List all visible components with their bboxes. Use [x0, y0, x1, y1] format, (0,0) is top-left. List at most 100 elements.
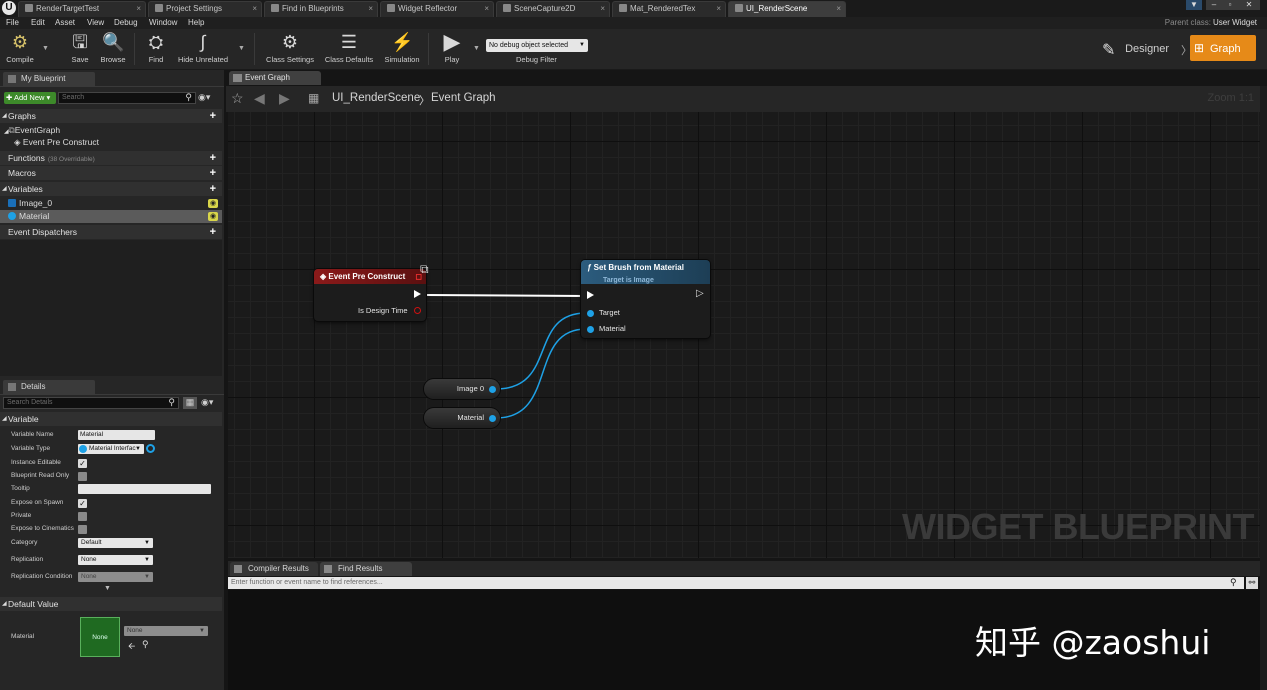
eye-icon[interactable]: ◉: [208, 199, 218, 208]
node-comment-icon[interactable]: ⧉: [420, 262, 429, 277]
material-output-pin[interactable]: [489, 415, 496, 422]
doc-tab-project-settings[interactable]: Project Settings ×: [148, 1, 262, 17]
close-icon[interactable]: ×: [136, 2, 141, 16]
details-search-input[interactable]: Search Details ⚲: [3, 397, 179, 409]
doc-tab-widget-reflector[interactable]: Widget Reflector ×: [380, 1, 494, 17]
default-material-select[interactable]: None ▼: [124, 626, 208, 636]
compiler-results-tab[interactable]: Compiler Results: [230, 562, 318, 576]
variables-section-header[interactable]: ◢ Variables +: [0, 182, 222, 196]
doc-tab-rendertargettest[interactable]: RenderTargetTest ×: [18, 1, 146, 17]
is-design-time-pin[interactable]: [414, 307, 421, 314]
menu-file[interactable]: File: [6, 17, 19, 29]
notification-icon[interactable]: ▼: [1186, 0, 1202, 10]
event-exec-out-pin[interactable]: [414, 290, 421, 298]
view-options-eye-icon[interactable]: ◉▾: [201, 397, 213, 408]
browse-button[interactable]: 🔍 Browse: [98, 31, 128, 67]
play-options-chevron-icon[interactable]: ▼: [473, 45, 480, 52]
material-thumbnail[interactable]: None: [80, 617, 120, 657]
add-dispatcher-icon[interactable]: +: [210, 225, 216, 239]
blueprint-search-input[interactable]: Search ⚲: [58, 92, 196, 104]
compile-options-chevron-icon[interactable]: ▼: [42, 45, 49, 52]
binoculars-icon[interactable]: ⚯: [1246, 577, 1258, 589]
add-variable-icon[interactable]: +: [210, 182, 216, 196]
variable-type-select[interactable]: Material Interfac ▼: [78, 444, 144, 454]
event-graph-tab[interactable]: Event Graph: [229, 71, 321, 85]
close-icon[interactable]: ×: [484, 2, 489, 16]
close-icon[interactable]: ×: [716, 2, 721, 16]
add-new-button[interactable]: ✚ Add New ▾: [4, 92, 56, 104]
variable-item-image-0[interactable]: Image_0 ◉: [0, 197, 222, 210]
breadcrumb-blueprint[interactable]: UI_RenderScene: [332, 92, 420, 104]
close-window-button[interactable]: ✕: [1238, 0, 1260, 10]
functions-section-header[interactable]: Functions (38 Overridable) +: [0, 151, 222, 165]
menu-edit[interactable]: Edit: [31, 17, 45, 29]
event-pre-construct-node[interactable]: ◈ Event Pre Construct ◻ Is Design Time: [314, 269, 426, 321]
compile-button[interactable]: ⚙ Compile: [4, 31, 36, 67]
variable-name-input[interactable]: Material: [78, 430, 155, 440]
details-tab[interactable]: Details: [3, 380, 95, 394]
designer-mode-button[interactable]: ✎ Designer: [1102, 36, 1182, 62]
simulation-button[interactable]: ⚡ Simulation: [382, 31, 422, 67]
use-selected-arrow-icon[interactable]: 🡨: [128, 639, 135, 655]
doc-tab-find-in-blueprints[interactable]: Find in Blueprints ×: [264, 1, 378, 17]
view-options-eye-icon[interactable]: ◉▾: [198, 92, 210, 103]
expose-cinematics-checkbox[interactable]: [78, 525, 87, 534]
category-select[interactable]: Default ▼: [78, 538, 153, 548]
menu-view[interactable]: View: [87, 17, 104, 29]
class-defaults-button[interactable]: ☰ Class Defaults: [323, 31, 375, 67]
graph-canvas[interactable]: ◈ Event Pre Construct ◻ Is Design Time ⧉ …: [228, 112, 1260, 558]
find-button[interactable]: ⛭ Find: [144, 31, 168, 67]
breadcrumb-graph[interactable]: Event Graph: [431, 92, 496, 104]
maximize-button[interactable]: ▫: [1222, 0, 1238, 10]
find-references-input[interactable]: Enter function or event name to find ref…: [228, 577, 1244, 589]
variable-category-header[interactable]: ◢ Variable: [0, 412, 222, 426]
parent-class-value[interactable]: User Widget: [1213, 17, 1257, 29]
debug-object-select[interactable]: No debug object selected ▼: [486, 39, 588, 52]
private-checkbox[interactable]: [78, 512, 87, 521]
graph-mode-button[interactable]: ⊞ Graph: [1190, 35, 1256, 61]
close-icon[interactable]: ×: [252, 2, 257, 16]
macros-section-header[interactable]: Macros +: [0, 166, 222, 180]
doc-tab-scenecapture2d[interactable]: SceneCapture2D ×: [496, 1, 610, 17]
browse-asset-icon[interactable]: ⚲: [142, 639, 149, 650]
menu-debug[interactable]: Debug: [114, 17, 138, 29]
tree-item-event-pre-construct[interactable]: ◈ Event Pre Construct: [14, 136, 220, 149]
container-type-icon[interactable]: [146, 444, 155, 453]
eye-icon[interactable]: ◉: [208, 212, 218, 221]
doc-tab-mat-renderedtex[interactable]: Mat_RenderedTex ×: [612, 1, 726, 17]
read-only-checkbox[interactable]: [78, 472, 87, 481]
tooltip-input[interactable]: [78, 484, 211, 494]
replication-condition-select[interactable]: None ▼: [78, 572, 153, 582]
hide-unrelated-chevron-icon[interactable]: ▼: [238, 45, 245, 52]
advanced-expand-icon[interactable]: ▼: [104, 585, 111, 592]
star-icon[interactable]: ☆: [231, 90, 244, 107]
add-macro-icon[interactable]: +: [210, 166, 216, 180]
image-0-getter-node[interactable]: Image 0: [424, 379, 500, 399]
image-0-output-pin[interactable]: [489, 386, 496, 393]
add-function-icon[interactable]: +: [210, 151, 216, 165]
function-exec-out-pin[interactable]: ▷: [696, 288, 704, 299]
instance-editable-checkbox[interactable]: ✓: [78, 459, 87, 468]
material-pin[interactable]: [587, 326, 594, 333]
forward-arrow-icon[interactable]: ▶: [279, 90, 290, 107]
event-dispatchers-section-header[interactable]: Event Dispatchers +: [0, 225, 222, 239]
grid-view-icon[interactable]: ▦: [183, 397, 197, 409]
back-arrow-icon[interactable]: ◀: [254, 90, 265, 107]
menu-asset[interactable]: Asset: [55, 17, 75, 29]
find-results-tab[interactable]: Find Results: [320, 562, 412, 576]
set-brush-from-material-node[interactable]: ƒ Set Brush from Material Target is Image…: [581, 260, 710, 338]
material-getter-node[interactable]: Material: [424, 408, 500, 428]
play-button[interactable]: ▶ Play: [438, 31, 466, 67]
variable-item-material[interactable]: Material ◉: [0, 210, 222, 223]
function-exec-in-pin[interactable]: [587, 291, 594, 299]
search-icon[interactable]: ⚲: [1230, 577, 1237, 588]
graphs-section-header[interactable]: ◢ Graphs +: [0, 109, 222, 123]
expose-on-spawn-checkbox[interactable]: ✓: [78, 499, 87, 508]
close-icon[interactable]: ×: [836, 2, 841, 16]
add-graph-icon[interactable]: +: [210, 109, 216, 123]
doc-tab-ui-renderscene[interactable]: UI_RenderScene ×: [728, 1, 846, 17]
close-icon[interactable]: ×: [368, 2, 373, 16]
class-settings-button[interactable]: ⚙ Class Settings: [264, 31, 316, 67]
target-pin[interactable]: [587, 310, 594, 317]
default-value-header[interactable]: ◢ Default Value: [0, 597, 222, 611]
